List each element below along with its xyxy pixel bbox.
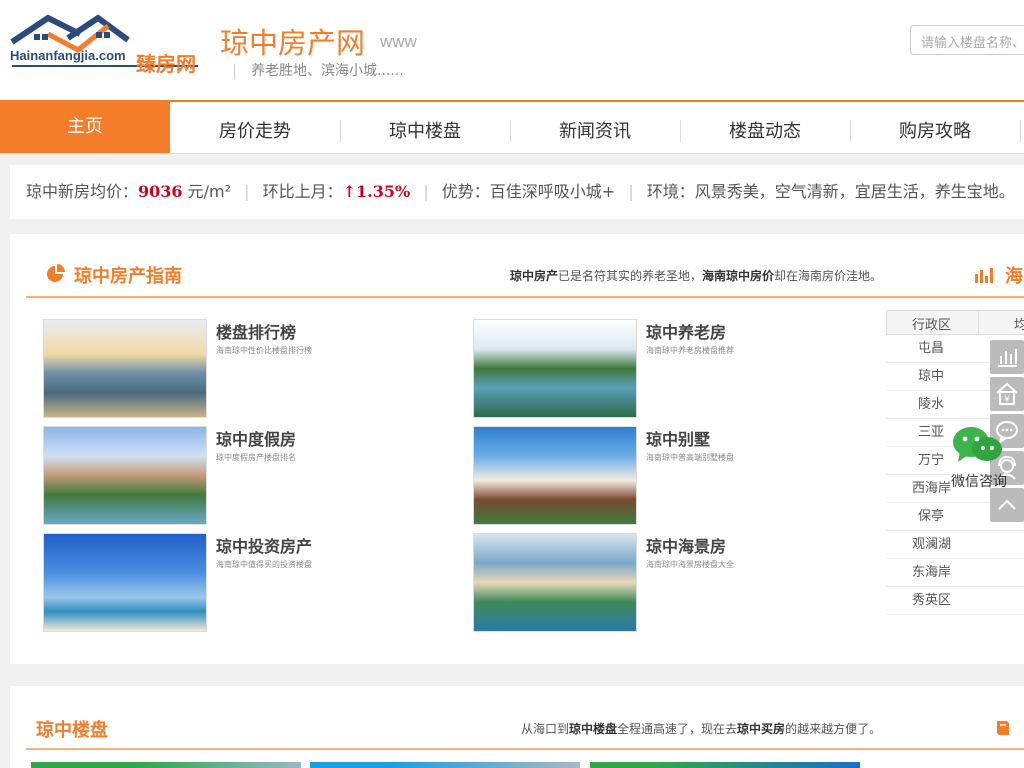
guide-item-title[interactable]: 琼中度假房 [216,426,296,450]
guide-item-retirement[interactable]: 琼中养老房 海南琼中养老房楼盘推荐 [473,319,873,419]
listing-thumbnail[interactable] [31,762,301,768]
guide-item-subtitle: 海南琼中养老房楼盘推荐 [646,346,734,355]
book-icon [997,721,1009,735]
guide-item-vacation[interactable]: 琼中度假房 琼中度假房产楼盘排名 [43,426,443,526]
guide-item-subtitle: 海南琼中值得买的投资楼盘 [216,560,312,569]
listings-desc-keyword[interactable]: 琼中楼盘 [569,722,617,736]
wechat-label[interactable]: 微信咨询 [951,471,1007,491]
divider: | [628,182,634,201]
svg-text:¥: ¥ [1004,395,1010,405]
mom-label: 环比上月： [262,182,343,201]
guide-item-villa[interactable]: 琼中别墅 海南琼中普高端别墅楼盘 [473,426,873,526]
avg-price-unit: 元/m² [187,182,232,201]
guide-item-subtitle: 海南琼中海景房楼盘大全 [646,560,734,569]
listings-title: 琼中楼盘 [36,720,108,741]
column-divider [978,310,979,335]
guide-item-title[interactable]: 楼盘排行榜 [216,319,296,343]
listings-desc-keyword[interactable]: 琼中买房 [737,722,785,736]
site-logo[interactable]: Hainanfangjia.com 臻房网 [8,12,204,76]
nav-buying-guide[interactable]: 购房攻略 [850,102,1020,154]
guide-item-title[interactable]: 琼中别墅 [646,426,710,450]
back-to-top-icon[interactable] [990,488,1024,522]
nav-home[interactable]: 主页 [0,101,170,153]
district-price-title: 海 [1005,266,1023,287]
avg-price-label: 琼中新房均价： [26,182,139,201]
guide-item-title[interactable]: 琼中养老房 [646,319,726,343]
search-input[interactable]: 请输入楼盘名称、 [910,25,1024,55]
site-header: Hainanfangjia.com 臻房网 琼中房产网 www 养老胜地、滨海小… [0,0,1024,100]
listings-desc-text: 从海口到 [521,722,570,736]
avg-price-value: 9036 [138,182,183,201]
district-table-header: 行政区 均 [886,310,1024,335]
bar-chart-icon [975,268,993,283]
guide-desc-keyword[interactable]: 琼中房产 [510,269,558,283]
guide-item-title[interactable]: 琼中投资房产 [216,533,312,557]
column-header: 行政区 [912,318,952,333]
listing-thumbnail[interactable] [310,762,580,768]
mom-value: ↑1.35% [342,182,411,201]
nav-price-trend[interactable]: 房价走势 [170,102,340,154]
listings-desc: 从海口到琼中楼盘全程通高速了，现在去琼中买房的越来越方便了。 [521,720,881,737]
chart-icon[interactable] [990,340,1024,374]
nav-divider [1020,120,1021,142]
guide-image-seaview[interactable] [473,533,637,632]
column-header: 均 [1014,318,1024,333]
pie-chart-icon [47,264,65,282]
guide-desc: 琼中房产已是名符其实的养老圣地，海南琼中房价却在海南房价洼地。 [510,267,882,284]
guide-image-ranking[interactable] [43,319,207,418]
logo-text-en: Hainanfangjia.com [10,48,126,63]
district-row[interactable]: 观澜湖 [886,531,1024,559]
guide-desc-keyword[interactable]: 海南琼中房价 [702,269,774,283]
site-slogan: 养老胜地、滨海小城...... [234,64,404,79]
nav-project-updates[interactable]: 楼盘动态 [680,102,850,154]
guide-image-retirement[interactable] [473,319,637,418]
listing-thumbnail[interactable] [590,762,860,768]
guide-desc-text: 却在海南房价洼地。 [774,269,883,283]
guide-image-vacation[interactable] [43,426,207,525]
guide-item-investment[interactable]: 琼中投资房产 海南琼中值得买的投资楼盘 [43,533,443,633]
main-nav: 主页 房价走势 琼中楼盘 新闻资讯 楼盘动态 购房攻略 [0,100,1024,154]
listings-panel: 琼中楼盘 从海口到琼中楼盘全程通高速了，现在去琼中买房的越来越方便了。 [10,686,1024,768]
guide-item-title[interactable]: 琼中海景房 [646,533,726,557]
divider: | [423,182,429,201]
listings-desc-text: 全程通高速了，现在去 [617,722,738,736]
house-price-icon[interactable]: ¥ [990,377,1024,411]
site-title: 琼中房产网 [220,26,366,60]
divider: | [244,182,250,201]
guide-image-investment[interactable] [43,533,207,632]
guide-item-subtitle: 海南琼中普高端别墅楼盘 [646,453,734,462]
price-summary-bar: 琼中新房均价：9036 元/m² | 环比上月：↑1.35% | 优势：百佳深呼… [10,165,1024,219]
listings-panel-header: 琼中楼盘 从海口到琼中楼盘全程通高速了，现在去琼中买房的越来越方便了。 [26,686,1024,750]
advantage-text: 优势：百佳深呼吸小城+ [441,182,616,201]
guide-title: 琼中房产指南 [74,266,182,287]
site-www: www [380,32,417,51]
listings-desc-text: 的越来越方便了。 [785,722,882,736]
guide-item-subtitle: 海南琼中性价比楼盘排行榜 [216,346,312,355]
guide-item-subtitle: 琼中度假房产楼盘排名 [216,453,296,462]
guide-image-villa[interactable] [473,426,637,525]
district-row[interactable]: 秀英区 [886,587,1024,615]
guide-desc-text: 已是名符其实的养老圣地， [558,269,703,283]
nav-listings[interactable]: 琼中楼盘 [340,102,510,154]
logo-text-cn: 臻房网 [136,52,196,76]
environment-text: 环境：风景秀美，空气清新，宜居生活，养生宝地。 [646,182,1015,201]
guide-item-ranking[interactable]: 楼盘排行榜 海南琼中性价比楼盘排行榜 [43,319,443,419]
nav-news[interactable]: 新闻资讯 [510,102,680,154]
guide-item-seaview[interactable]: 琼中海景房 海南琼中海景房楼盘大全 [473,533,873,633]
guide-panel-header: 琼中房产指南 琼中房产已是名符其实的养老圣地，海南琼中房价却在海南房价洼地。 海 [26,234,1024,298]
district-row[interactable]: 东海岸 [886,559,1024,587]
